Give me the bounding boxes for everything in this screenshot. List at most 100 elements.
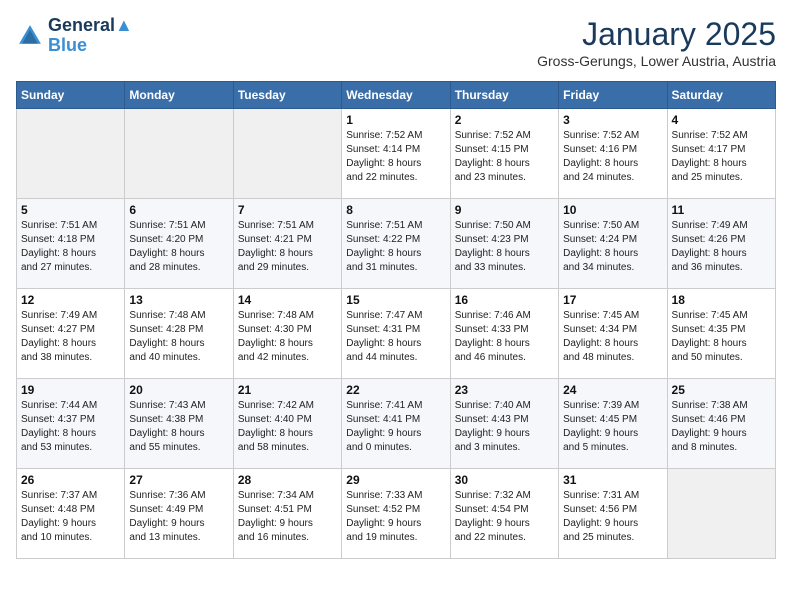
location-subtitle: Gross-Gerungs, Lower Austria, Austria (537, 53, 776, 69)
calendar-cell: 14 Sunrise: 7:48 AM Sunset: 4:30 PM Dayli… (233, 289, 341, 379)
day-number: 19 (21, 383, 120, 397)
calendar-cell: 23Sunrise: 7:40 AM Sunset: 4:43 PM Dayli… (450, 379, 558, 469)
day-of-week-header: Friday (559, 82, 667, 109)
day-number: 15 (346, 293, 445, 307)
calendar-cell: 31Sunrise: 7:31 AM Sunset: 4:56 PM Dayli… (559, 469, 667, 559)
calendar-cell: 12 Sunrise: 7:49 AM Sunset: 4:27 PM Dayli… (17, 289, 125, 379)
day-number: 7 (238, 203, 337, 217)
day-number: 27 (129, 473, 228, 487)
day-info: Sunrise: 7:43 AM Sunset: 4:38 PM Dayligh… (129, 399, 228, 455)
day-info: Sunrise: 7:49 AM Sunset: 4:26 PM Dayligh… (672, 219, 771, 275)
day-number: 8 (346, 203, 445, 217)
calendar-cell: 25Sunrise: 7:38 AM Sunset: 4:46 PM Dayli… (667, 379, 775, 469)
day-of-week-header: Tuesday (233, 82, 341, 109)
day-number: 18 (672, 293, 771, 307)
day-number: 2 (455, 113, 554, 127)
calendar-cell: 24 Sunrise: 7:39 AM Sunset: 4:45 PM Dayli… (559, 379, 667, 469)
calendar-cell: 28Sunrise: 7:34 AM Sunset: 4:51 PM Dayli… (233, 469, 341, 559)
calendar-cell: 22Sunrise: 7:41 AM Sunset: 4:41 PM Dayli… (342, 379, 450, 469)
day-info: Sunrise: 7:47 AM Sunset: 4:31 PM Dayligh… (346, 309, 445, 365)
calendar-cell: 6 Sunrise: 7:51 AM Sunset: 4:20 PM Daylig… (125, 199, 233, 289)
day-number: 3 (563, 113, 662, 127)
day-info: Sunrise: 7:48 AM Sunset: 4:30 PM Dayligh… (238, 309, 337, 365)
day-number: 14 (238, 293, 337, 307)
calendar-cell: 1 Sunrise: 7:52 AM Sunset: 4:14 PM Daylig… (342, 109, 450, 199)
calendar-cell: 4 Sunrise: 7:52 AM Sunset: 4:17 PM Daylig… (667, 109, 775, 199)
calendar-cell (667, 469, 775, 559)
day-number: 9 (455, 203, 554, 217)
day-info: Sunrise: 7:51 AM Sunset: 4:20 PM Dayligh… (129, 219, 228, 275)
day-of-week-header: Wednesday (342, 82, 450, 109)
calendar-table: SundayMondayTuesdayWednesdayThursdayFrid… (16, 81, 776, 559)
day-of-week-header: Saturday (667, 82, 775, 109)
calendar-cell: 18 Sunrise: 7:45 AM Sunset: 4:35 PM Dayli… (667, 289, 775, 379)
calendar-cell: 3 Sunrise: 7:52 AM Sunset: 4:16 PM Daylig… (559, 109, 667, 199)
day-of-week-header: Thursday (450, 82, 558, 109)
calendar-cell: 17Sunrise: 7:45 AM Sunset: 4:34 PM Dayli… (559, 289, 667, 379)
logo-icon (16, 22, 44, 50)
day-info: Sunrise: 7:42 AM Sunset: 4:40 PM Dayligh… (238, 399, 337, 455)
month-title: January 2025 (537, 16, 776, 53)
calendar-cell: 7 Sunrise: 7:51 AM Sunset: 4:21 PM Daylig… (233, 199, 341, 289)
day-number: 5 (21, 203, 120, 217)
calendar-cell: 16Sunrise: 7:46 AM Sunset: 4:33 PM Dayli… (450, 289, 558, 379)
day-info: Sunrise: 7:32 AM Sunset: 4:54 PM Dayligh… (455, 489, 554, 545)
day-info: Sunrise: 7:31 AM Sunset: 4:56 PM Dayligh… (563, 489, 662, 545)
day-number: 29 (346, 473, 445, 487)
day-info: Sunrise: 7:50 AM Sunset: 4:23 PM Dayligh… (455, 219, 554, 275)
day-info: Sunrise: 7:52 AM Sunset: 4:16 PM Dayligh… (563, 129, 662, 185)
calendar-cell: 13 Sunrise: 7:48 AM Sunset: 4:28 PM Dayli… (125, 289, 233, 379)
day-info: Sunrise: 7:40 AM Sunset: 4:43 PM Dayligh… (455, 399, 554, 455)
calendar-week-row: 5 Sunrise: 7:51 AM Sunset: 4:18 PM Daylig… (17, 199, 776, 289)
day-info: Sunrise: 7:48 AM Sunset: 4:28 PM Dayligh… (129, 309, 228, 365)
day-number: 30 (455, 473, 554, 487)
day-number: 6 (129, 203, 228, 217)
day-info: Sunrise: 7:51 AM Sunset: 4:21 PM Dayligh… (238, 219, 337, 275)
day-info: Sunrise: 7:52 AM Sunset: 4:14 PM Dayligh… (346, 129, 445, 185)
logo-text: General▲ Blue (48, 16, 133, 56)
day-number: 26 (21, 473, 120, 487)
day-number: 13 (129, 293, 228, 307)
calendar-cell: 8Sunrise: 7:51 AM Sunset: 4:22 PM Daylig… (342, 199, 450, 289)
day-info: Sunrise: 7:33 AM Sunset: 4:52 PM Dayligh… (346, 489, 445, 545)
calendar-cell (17, 109, 125, 199)
day-number: 1 (346, 113, 445, 127)
day-number: 16 (455, 293, 554, 307)
day-number: 10 (563, 203, 662, 217)
day-number: 24 (563, 383, 662, 397)
day-info: Sunrise: 7:50 AM Sunset: 4:24 PM Dayligh… (563, 219, 662, 275)
day-info: Sunrise: 7:36 AM Sunset: 4:49 PM Dayligh… (129, 489, 228, 545)
day-number: 4 (672, 113, 771, 127)
calendar-cell: 11Sunrise: 7:49 AM Sunset: 4:26 PM Dayli… (667, 199, 775, 289)
calendar-week-row: 1 Sunrise: 7:52 AM Sunset: 4:14 PM Daylig… (17, 109, 776, 199)
day-number: 25 (672, 383, 771, 397)
calendar-cell: 2Sunrise: 7:52 AM Sunset: 4:15 PM Daylig… (450, 109, 558, 199)
calendar-cell: 15 Sunrise: 7:47 AM Sunset: 4:31 PM Dayli… (342, 289, 450, 379)
title-block: January 2025 Gross-Gerungs, Lower Austri… (537, 16, 776, 69)
day-of-week-header: Sunday (17, 82, 125, 109)
day-info: Sunrise: 7:39 AM Sunset: 4:45 PM Dayligh… (563, 399, 662, 455)
day-info: Sunrise: 7:51 AM Sunset: 4:18 PM Dayligh… (21, 219, 120, 275)
page-header: General▲ Blue January 2025 Gross-Gerungs… (16, 16, 776, 69)
calendar-cell: 27 Sunrise: 7:36 AM Sunset: 4:49 PM Dayli… (125, 469, 233, 559)
calendar-week-row: 12 Sunrise: 7:49 AM Sunset: 4:27 PM Dayli… (17, 289, 776, 379)
calendar-cell (233, 109, 341, 199)
calendar-cell: 20 Sunrise: 7:43 AM Sunset: 4:38 PM Dayli… (125, 379, 233, 469)
day-of-week-header: Monday (125, 82, 233, 109)
day-number: 22 (346, 383, 445, 397)
calendar-cell (125, 109, 233, 199)
calendar-cell: 5 Sunrise: 7:51 AM Sunset: 4:18 PM Daylig… (17, 199, 125, 289)
day-info: Sunrise: 7:45 AM Sunset: 4:34 PM Dayligh… (563, 309, 662, 365)
day-number: 20 (129, 383, 228, 397)
day-number: 28 (238, 473, 337, 487)
logo: General▲ Blue (16, 16, 133, 56)
day-info: Sunrise: 7:37 AM Sunset: 4:48 PM Dayligh… (21, 489, 120, 545)
calendar-week-row: 19 Sunrise: 7:44 AM Sunset: 4:37 PM Dayli… (17, 379, 776, 469)
day-number: 12 (21, 293, 120, 307)
calendar-cell: 30 Sunrise: 7:32 AM Sunset: 4:54 PM Dayli… (450, 469, 558, 559)
day-info: Sunrise: 7:52 AM Sunset: 4:17 PM Dayligh… (672, 129, 771, 185)
day-info: Sunrise: 7:45 AM Sunset: 4:35 PM Dayligh… (672, 309, 771, 365)
calendar-cell: 9 Sunrise: 7:50 AM Sunset: 4:23 PM Daylig… (450, 199, 558, 289)
day-info: Sunrise: 7:49 AM Sunset: 4:27 PM Dayligh… (21, 309, 120, 365)
day-info: Sunrise: 7:44 AM Sunset: 4:37 PM Dayligh… (21, 399, 120, 455)
